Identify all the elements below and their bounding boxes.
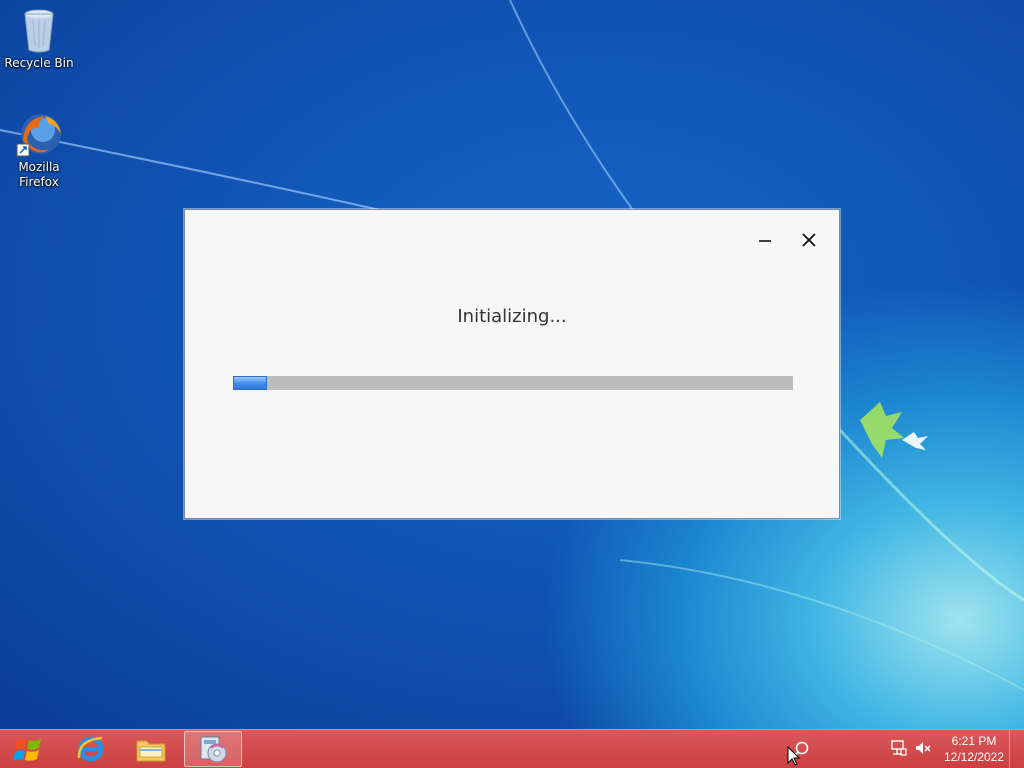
clock-time: 6:21 PM [951,734,997,748]
desktop-icon-label-line2: Firefox [19,175,59,189]
desktop-icon-firefox[interactable]: Mozilla Firefox [1,110,77,190]
recycle-bin-icon [15,6,63,54]
desktop-icon-label: Recycle Bin [4,56,74,70]
minimize-button[interactable] [753,228,777,252]
mouse-cursor-icon [787,746,801,766]
file-explorer-icon [136,740,166,762]
minimize-icon [759,240,771,242]
progress-bar-fill [233,376,267,390]
firefox-icon [15,110,63,158]
system-clock[interactable]: 6:21 PM 12/12/2022 [938,733,1010,765]
windows-start-icon [13,738,41,761]
show-desktop-button[interactable] [1009,730,1024,768]
network-icon[interactable] [890,739,908,757]
clock-date: 12/12/2022 [943,750,1005,764]
internet-explorer-icon [77,736,104,762]
close-icon [802,233,816,247]
installer-disc-icon [200,736,227,763]
start-button[interactable] [0,730,56,768]
taskbar-file-explorer[interactable] [122,731,180,767]
desktop: Recycle Bin Mozilla Firefox Initializing… [0,0,1024,768]
taskbar: 6:21 PM 12/12/2022 [0,729,1024,768]
close-button[interactable] [797,228,821,252]
taskbar-installer[interactable] [184,731,242,767]
desktop-icon-label-line1: Mozilla [18,160,60,174]
status-text: Initializing... [457,306,567,327]
desktop-icon-recycle-bin[interactable]: Recycle Bin [1,6,77,71]
installer-dialog: Initializing... [184,209,840,519]
progress-bar [233,376,793,390]
volume-muted-icon[interactable] [914,739,932,757]
taskbar-internet-explorer[interactable] [62,731,120,767]
